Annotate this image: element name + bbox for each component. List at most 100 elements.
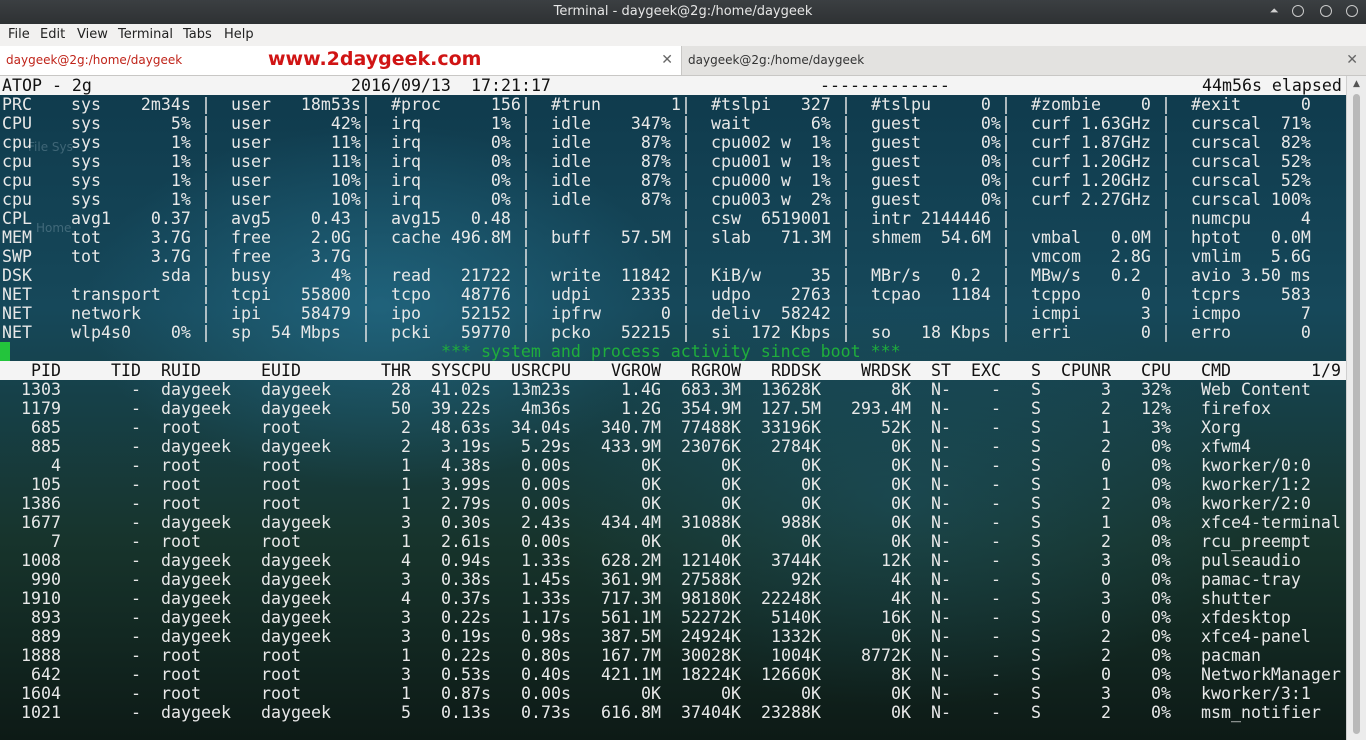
menu-help[interactable]: Help <box>224 24 254 46</box>
cell-st: N- <box>931 437 951 456</box>
column-divider: | <box>841 304 851 323</box>
stat-cell: pcki 59770 <box>391 323 511 342</box>
cell-st: N- <box>931 627 951 646</box>
column-divider: | <box>1161 190 1171 209</box>
stat-cell: tcprs 583 <box>1191 285 1311 304</box>
process-row[interactable]: 893 - daygeek daygeek 3 0.22s 1.17s 561.1M 52272… <box>0 608 1346 627</box>
column-divider: | <box>841 266 851 285</box>
cell-s: S <box>1031 494 1041 513</box>
cell-s: S <box>1031 627 1041 646</box>
menu-edit[interactable]: Edit <box>40 24 65 46</box>
cell-rddsk: 1004K <box>771 646 821 665</box>
menu-arrow-icon[interactable]: ⏶ <box>1268 5 1280 17</box>
process-row[interactable]: 4 - root root 1 4.38s 0.00s 0K 0K 0K 0K N- - S 0 0% kwor… <box>0 456 1346 475</box>
cell-wrdsk: 293.4M <box>851 399 911 418</box>
cell-cpu: 0% <box>1151 551 1171 570</box>
menu-view[interactable]: View <box>77 24 108 46</box>
column-divider: | <box>361 228 371 247</box>
column-divider: | <box>521 133 531 152</box>
atop-time: 17:21:17 <box>471 76 551 95</box>
minimize-icon[interactable] <box>1292 5 1304 17</box>
cell-rgrow: 0K <box>721 494 741 513</box>
cell-s: S <box>1031 456 1041 475</box>
column-divider: | <box>1001 190 1011 209</box>
cell-wrdsk: 0K <box>891 532 911 551</box>
stat-cell: cache 496.8M <box>391 228 511 247</box>
process-row[interactable]: 1677 - daygeek daygeek 3 0.30s 2.43s 434.4M 3108… <box>0 513 1346 532</box>
process-row[interactable]: 990 - daygeek daygeek 3 0.38s 1.45s 361.9M 27588… <box>0 570 1346 589</box>
stat-cell: user 10% <box>231 171 361 190</box>
cell-rddsk: 3744K <box>771 551 821 570</box>
scrollbar[interactable]: ▲ <box>1346 76 1366 740</box>
column-divider: | <box>521 323 531 342</box>
process-row[interactable]: 685 - root root 2 48.63s 34.04s 340.7M 77488K 331… <box>0 418 1346 437</box>
cell-s: S <box>1031 551 1041 570</box>
stat-cell: #tslpu 0 <box>871 95 991 114</box>
row-label: NET <box>2 304 32 323</box>
cell-vgrow: 434.4M <box>601 513 661 532</box>
column-divider: | <box>841 133 851 152</box>
cell-st: N- <box>931 532 951 551</box>
cell-ruid: daygeek <box>161 399 231 418</box>
cell-usrcpu: 0.40s <box>521 665 571 684</box>
process-row[interactable]: 1179 - daygeek daygeek 50 39.22s 4m36s 1.2G 354.… <box>0 399 1346 418</box>
process-row[interactable]: 642 - root root 3 0.53s 0.40s 421.1M 18224K 12660… <box>0 665 1346 684</box>
cell-cpunr: 2 <box>1101 494 1111 513</box>
cell-st: N- <box>931 646 951 665</box>
stat-cell: guest 0% <box>871 190 1001 209</box>
tab-2[interactable]: daygeek@2g:/home/daygeek ✕ <box>682 46 1366 75</box>
stat-cell: free 2.0G <box>231 228 351 247</box>
cell-st: N- <box>931 513 951 532</box>
cell-usrcpu: 1.17s <box>521 608 571 627</box>
cell-exc: - <box>991 475 1001 494</box>
stat-cell: MBr/s 0.2 <box>871 266 981 285</box>
scroll-up-icon[interactable]: ▲ <box>1347 76 1366 92</box>
cell-cmd: pulseaudio <box>1201 551 1301 570</box>
column-divider: | <box>681 228 691 247</box>
close-tab-icon[interactable]: ✕ <box>661 46 673 75</box>
terminal-area[interactable]: File Sys Home ATOP - 2g 2016/09/13 17:21… <box>0 76 1346 740</box>
cell-ruid: root <box>161 494 201 513</box>
menu-tabs[interactable]: Tabs <box>183 24 212 46</box>
column-divider: | <box>361 304 371 323</box>
system-row: NET network ipi 58479 ipo 52152 ipfrw 0 deliv… <box>0 304 1346 323</box>
column-divider: | <box>841 323 851 342</box>
cell-vgrow: 433.9M <box>601 437 661 456</box>
window-title: Terminal - daygeek@2g:/home/daygeek <box>553 4 813 19</box>
cell-cpunr: 0 <box>1101 665 1111 684</box>
stat-cell: vmcom 2.8G <box>1031 247 1151 266</box>
cell-st: N- <box>931 684 951 703</box>
cell-euid: daygeek <box>261 589 331 608</box>
process-row[interactable]: 1910 - daygeek daygeek 4 0.37s 1.33s 717.3M 9818… <box>0 589 1346 608</box>
close-window-icon[interactable] <box>1346 5 1358 17</box>
cell-ruid: daygeek <box>161 627 231 646</box>
stat-cell: irq 0% <box>391 152 511 171</box>
process-row[interactable]: 885 - daygeek daygeek 2 3.19s 5.29s 433.9M 23076… <box>0 437 1346 456</box>
column-divider: | <box>681 95 691 114</box>
close-tab-icon[interactable]: ✕ <box>1346 46 1358 75</box>
maximize-icon[interactable] <box>1320 5 1332 17</box>
cell-cpu: 0% <box>1151 665 1171 684</box>
process-row[interactable]: 889 - daygeek daygeek 3 0.19s 0.98s 387.5M 24924… <box>0 627 1346 646</box>
menu-terminal[interactable]: Terminal <box>118 24 173 46</box>
scrollbar-thumb[interactable] <box>1353 94 1360 734</box>
cell-st: N- <box>931 703 951 722</box>
cell-pid: 685 <box>31 418 61 437</box>
column-divider: | <box>681 114 691 133</box>
process-row[interactable]: 1604 - root root 1 0.87s 0.00s 0K 0K 0K 0K N- - S 3 0% k… <box>0 684 1346 703</box>
process-row[interactable]: 105 - root root 1 3.99s 0.00s 0K 0K 0K 0K N- - S 1 0% kw… <box>0 475 1346 494</box>
window-titlebar[interactable]: Terminal - daygeek@2g:/home/daygeek ⏶ <box>0 0 1366 24</box>
process-row[interactable]: 1303 - daygeek daygeek 28 41.02s 13m23s 1.4G 683… <box>0 380 1346 399</box>
menu-file[interactable]: File <box>8 24 30 46</box>
process-row[interactable]: 1888 - root root 1 0.22s 0.80s 167.7M 30028K 1004… <box>0 646 1346 665</box>
process-row[interactable]: 1386 - root root 1 2.79s 0.00s 0K 0K 0K 0K N- - S 2 0% k… <box>0 494 1346 513</box>
process-row[interactable]: 1021 - daygeek daygeek 5 0.13s 0.73s 616.8M 3740… <box>0 703 1346 722</box>
process-row[interactable]: 7 - root root 1 2.61s 0.00s 0K 0K 0K 0K N- - S 2 0% rcu_… <box>0 532 1346 551</box>
column-divider: | <box>841 247 851 266</box>
column-header-st: ST <box>931 361 951 380</box>
stat-cell: cpu000 w 1% <box>711 171 831 190</box>
stat-cell: icmpo 7 <box>1191 304 1311 323</box>
process-row[interactable]: 1008 - daygeek daygeek 4 0.94s 1.33s 628.2M 1214… <box>0 551 1346 570</box>
stat-cell: MBw/s 0.2 <box>1031 266 1141 285</box>
cell-wrdsk: 0K <box>891 703 911 722</box>
